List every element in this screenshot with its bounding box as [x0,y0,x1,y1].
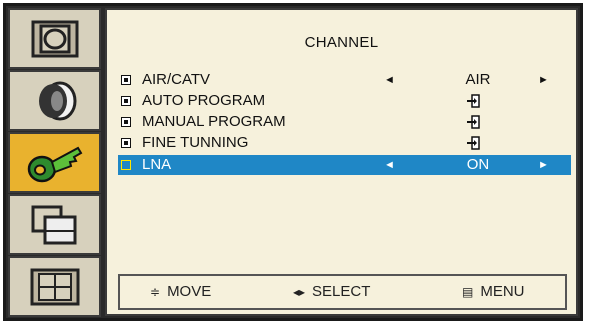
setup-key-icon [27,146,82,182]
menu-item-manual-program[interactable]: MANUAL PROGRAM [118,112,571,132]
menu-item-label: FINE TUNNING [142,134,249,151]
menu-item-label: AIR/CATV [142,71,211,88]
nav-move: ≑ MOVE [150,276,211,308]
bullet-icon [121,75,131,85]
menu-item-fine-tuning[interactable]: FINE TUNNING [118,133,571,153]
osd-screen: CHANNEL AIR/CATV ◄ AIR ► AUTO PROGRAM MA… [3,3,583,321]
right-arrow-icon[interactable]: ► [538,70,549,90]
right-arrow-icon[interactable]: ► [538,155,549,175]
sidebar-tab-sound[interactable] [8,70,101,131]
menu-item-lna[interactable]: LNA ◄ ON ► [118,155,571,175]
menu-item-label: AUTO PROGRAM [142,92,266,109]
sidebar-tab-setup[interactable] [8,132,101,193]
nav-select-label: SELECT [312,283,371,300]
sidebar-tab-pip[interactable] [8,194,101,255]
enter-icon [467,136,480,150]
move-icon: ≑ [150,285,161,299]
menu-item-air-catv[interactable]: AIR/CATV ◄ AIR ► [118,70,571,90]
nav-menu: ▤ MENU [462,276,525,308]
left-arrow-icon[interactable]: ◄ [384,70,395,90]
enter-icon [467,115,480,129]
menu-item-auto-program[interactable]: AUTO PROGRAM [118,91,571,111]
left-arrow-icon[interactable]: ◄ [384,155,395,175]
select-icon: ◂▸ [293,285,306,299]
menu-title: CHANNEL [304,34,379,51]
bullet-icon [121,117,131,127]
channel-menu-panel: CHANNEL AIR/CATV ◄ AIR ► AUTO PROGRAM MA… [105,8,578,316]
sound-icon [38,81,76,120]
sidebar-tab-picture[interactable] [8,8,101,69]
nav-move-label: MOVE [167,283,212,300]
bullet-icon [121,138,131,148]
function-icon [30,268,79,305]
bullet-icon [121,96,131,106]
bullet-icon [121,160,131,170]
menu-icon: ▤ [462,285,474,299]
sidebar [8,8,101,317]
navigation-hint-bar: ≑ MOVE ◂▸ SELECT ▤ MENU [118,274,567,310]
nav-menu-label: MENU [480,283,525,300]
picture-icon [31,20,78,57]
sidebar-tab-function[interactable] [8,256,101,317]
menu-item-label: MANUAL PROGRAM [142,113,286,130]
enter-icon [467,94,480,108]
pip-icon [31,205,76,244]
menu-item-value: AIR [465,71,491,88]
menu-item-value: ON [466,156,490,173]
nav-select: ◂▸ SELECT [293,276,370,308]
menu-item-label: LNA [142,156,172,173]
